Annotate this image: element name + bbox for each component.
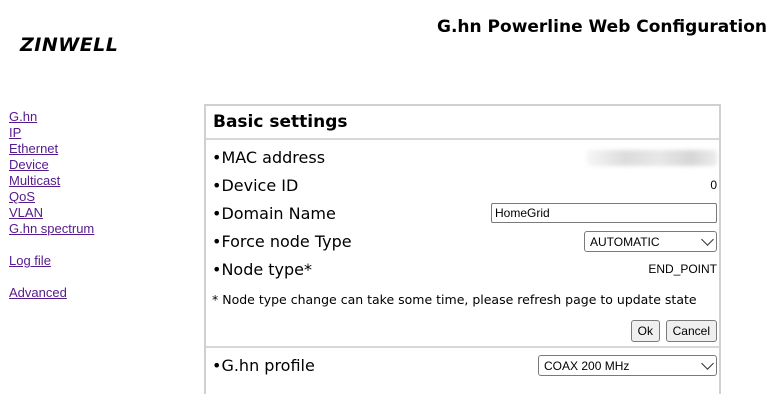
cancel-button[interactable]: Cancel — [665, 320, 717, 342]
page-title: G.hn Powerline Web Configuration — [437, 17, 767, 37]
nav-link-vlan[interactable]: VLAN — [9, 205, 94, 221]
force-node-type-select[interactable]: AUTOMATIC — [584, 231, 717, 252]
node-type-value: END_POINT — [648, 262, 717, 276]
node-type-label: •Node type* — [212, 260, 313, 279]
device-id-label: •Device ID — [212, 176, 299, 195]
device-id-row: •Device ID 0 — [212, 174, 717, 198]
zinwell-logo: ZINWELL — [20, 34, 119, 56]
ok-button[interactable]: Ok — [630, 320, 660, 342]
nav-link-advanced[interactable]: Advanced — [9, 285, 94, 301]
domain-name-input[interactable]: HomeGrid — [491, 203, 717, 223]
basic-settings-panel: Basic settings •MAC address •Device ID 0… — [204, 104, 721, 394]
domain-name-label: •Domain Name — [212, 204, 336, 223]
ghn-profile-selected: COAX 200 MHz — [544, 359, 630, 373]
ghn-profile-label: •G.hn profile — [212, 356, 315, 375]
chevron-down-icon — [701, 233, 714, 246]
nav-link-multicast[interactable]: Multicast — [9, 173, 94, 189]
device-id-value: 0 — [710, 178, 717, 192]
mac-address-label: •MAC address — [212, 148, 326, 167]
nav-link-device[interactable]: Device — [9, 157, 94, 173]
panel-title: Basic settings — [213, 112, 348, 132]
force-node-type-selected: AUTOMATIC — [590, 235, 660, 249]
nav-link-ethernet[interactable]: Ethernet — [9, 141, 94, 157]
ghn-profile-row: •G.hn profile COAX 200 MHz — [212, 354, 717, 378]
domain-name-row: •Domain Name HomeGrid — [212, 202, 717, 226]
ghn-profile-select[interactable]: COAX 200 MHz — [538, 355, 717, 376]
mac-address-row: •MAC address — [212, 146, 717, 170]
nav-link-ip[interactable]: IP — [9, 125, 94, 141]
mac-address-value-redacted — [587, 150, 717, 166]
node-type-note: * Node type change can take some time, p… — [212, 292, 697, 307]
nav-link-ghn-spectrum[interactable]: G.hn spectrum — [9, 221, 94, 237]
force-node-type-row: •Force node Type AUTOMATIC — [212, 230, 717, 254]
sidebar-nav: G.hn IP Ethernet Device Multicast QoS VL… — [9, 109, 94, 301]
nav-link-ghn[interactable]: G.hn — [9, 109, 94, 125]
divider — [206, 138, 719, 140]
nav-link-qos[interactable]: QoS — [9, 189, 94, 205]
nav-link-log-file[interactable]: Log file — [9, 253, 94, 269]
force-node-type-label: •Force node Type — [212, 232, 352, 251]
node-type-row: •Node type* END_POINT — [212, 258, 717, 282]
divider — [206, 346, 719, 348]
chevron-down-icon — [701, 357, 714, 370]
